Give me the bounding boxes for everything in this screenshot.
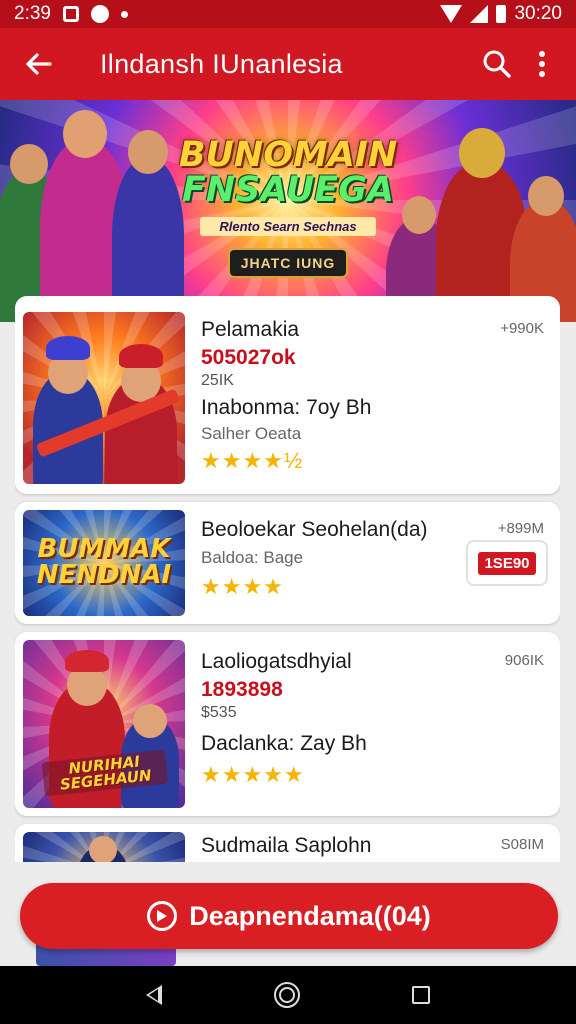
promo-banner[interactable]: BUNOMAIN FNSAUEGA Rlento Searn Sechnas J… xyxy=(0,100,576,322)
nav-back-icon[interactable] xyxy=(146,985,162,1005)
page-title: Ilndansh IUnanlesia xyxy=(100,48,343,79)
list-item[interactable]: Sudmaila Saplohn S08IM xyxy=(15,824,560,862)
app-price: 1893898 xyxy=(201,678,283,701)
app-thumbnail: NURIHAI SEGEHAUN xyxy=(23,640,185,808)
app-name: Beoloekar Seohelan(da) xyxy=(201,518,428,541)
app-count: 25IK xyxy=(201,372,234,389)
banner-title: BUNOMAIN FNSAUEGA xyxy=(178,135,398,210)
banner-button[interactable]: JHATC IUNG xyxy=(228,248,348,278)
app-name: Laoliogatsdhyial xyxy=(201,650,352,673)
rating-stars: ★★★★★ xyxy=(201,762,305,787)
banner-subtitle: Rlento Searn Sechnas xyxy=(200,217,376,236)
dot-icon xyxy=(120,10,128,18)
search-button[interactable] xyxy=(472,39,522,89)
app-thumbnail xyxy=(23,312,185,484)
action-label: Deapnendama((04) xyxy=(189,900,431,931)
more-button[interactable] xyxy=(522,39,562,89)
signal-icon xyxy=(470,5,489,23)
status-clock: 30:20 xyxy=(514,3,562,24)
app-name: Pelamakia xyxy=(201,318,300,341)
record-icon xyxy=(90,5,109,23)
primary-action-button[interactable]: Deapnendama((04) xyxy=(20,883,558,949)
app-subtitle: Daclanka: Zay Bh xyxy=(201,732,367,755)
wifi-icon xyxy=(440,5,463,23)
status-bar: 2:39 30:20 xyxy=(0,0,576,28)
arrow-left-icon xyxy=(26,53,52,75)
app-size: S08IM xyxy=(500,836,544,853)
app-count: $535 xyxy=(201,704,237,721)
rating-stars: ★★★★ xyxy=(201,574,284,599)
system-nav-bar xyxy=(0,966,576,1024)
app-developer: Salher Oeata xyxy=(201,424,302,443)
app-price: 505027ok xyxy=(201,346,296,369)
app-list[interactable]: Pelamakia +990K 505027ok 25IK Inabonma: … xyxy=(15,296,560,862)
app-developer: Baldoa: Bage xyxy=(201,548,304,567)
nav-recent-icon[interactable] xyxy=(412,986,430,1004)
nav-home-icon[interactable] xyxy=(274,982,300,1008)
app-subtitle: Inabonma: 7oy Bh xyxy=(201,396,372,419)
rating-stars: ★★★★½ xyxy=(201,448,304,473)
app-size: +899M xyxy=(497,520,544,537)
search-icon xyxy=(483,50,511,78)
list-item[interactable]: BUMMAK NENDNAI Beoloekar Seohelan(da) +8… xyxy=(15,502,560,624)
more-vert-icon xyxy=(539,51,545,77)
notification-icon xyxy=(62,6,79,22)
battery-icon xyxy=(496,5,507,23)
app-bar: Ilndansh IUnanlesia xyxy=(0,28,576,100)
price-badge[interactable]: 1SE90 xyxy=(466,540,548,586)
back-button[interactable] xyxy=(14,39,64,89)
status-time: 2:39 xyxy=(14,3,51,24)
app-size: 906IK xyxy=(504,652,544,669)
list-item[interactable]: Pelamakia +990K 505027ok 25IK Inabonma: … xyxy=(15,296,560,494)
app-name: Sudmaila Saplohn xyxy=(201,834,372,857)
list-item[interactable]: NURIHAI SEGEHAUN Laoliogatsdhyial 906IK … xyxy=(15,632,560,816)
app-size: +990K xyxy=(500,320,544,337)
app-thumbnail: BUMMAK NENDNAI xyxy=(23,510,185,616)
play-circle-icon xyxy=(147,901,178,931)
app-thumbnail xyxy=(23,832,185,862)
